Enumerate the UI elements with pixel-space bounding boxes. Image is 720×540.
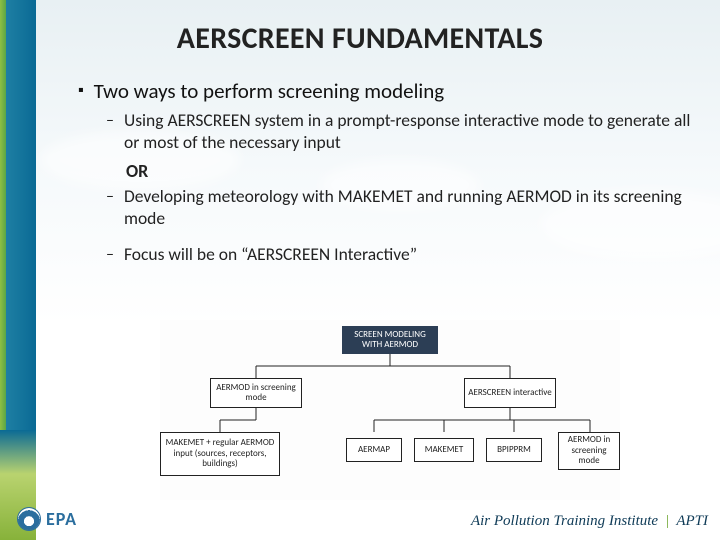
diagram-node-bottom-1: MAKEMET + regular AERMOD input (sources,… <box>160 432 280 476</box>
sidebar-decoration <box>0 0 36 540</box>
slide: AERSCREEN FUNDAMENTALS ▪ Two ways to per… <box>0 0 720 540</box>
bullet-text: Developing meteorology with MAKEMET and … <box>124 186 692 230</box>
epa-flower-icon <box>18 508 40 530</box>
or-separator: OR <box>126 160 692 182</box>
diagram-node-bottom-3: MAKEMET <box>414 438 474 462</box>
diagram-node-top: SCREEN MODELING WITH AERMOD <box>342 326 438 354</box>
bullet-square-icon: ▪ <box>78 78 84 104</box>
epa-logo-text: EPA <box>46 508 77 530</box>
bullet-text: Using AERSCREEN system in a prompt-respo… <box>124 110 692 154</box>
slide-title: AERSCREEN FUNDAMENTALS <box>0 20 720 57</box>
diagram-node-left-mid: AERMOD in screening mode <box>210 378 302 408</box>
epa-logo: EPA <box>18 508 77 530</box>
diagram-node-bottom-2: AERMAP <box>346 438 402 462</box>
dash-icon: – <box>106 244 114 266</box>
bullet-text: Two ways to perform screening modeling <box>94 78 445 104</box>
footer-separator: | <box>666 513 669 529</box>
dash-icon: – <box>106 186 114 230</box>
footer-text: Air Pollution Training Institute | APTI <box>471 513 708 530</box>
dash-icon: – <box>106 110 114 154</box>
diagram-node-right-mid: AERSCREEN interactive <box>464 378 556 408</box>
sub-bullets: – Using AERSCREEN system in a prompt-res… <box>106 110 692 266</box>
diagram-node-bottom-5: AERMOD in screening mode <box>558 432 620 470</box>
bullet-text: Focus will be on “AERSCREEN Interactive” <box>124 244 417 266</box>
bullet-level-1: ▪ Two ways to perform screening modeling <box>78 78 692 104</box>
footer-abbr: APTI <box>676 513 708 529</box>
content-area: ▪ Two ways to perform screening modeling… <box>78 78 692 268</box>
bullet-level-2: – Using AERSCREEN system in a prompt-res… <box>106 110 692 154</box>
footer-org: Air Pollution Training Institute <box>471 513 658 529</box>
flow-diagram: SCREEN MODELING WITH AERMOD AERMOD in sc… <box>160 320 620 500</box>
bullet-level-2: – Focus will be on “AERSCREEN Interactiv… <box>106 244 692 266</box>
diagram-node-bottom-4: BPIPPRM <box>486 438 542 462</box>
bullet-level-2: – Developing meteorology with MAKEMET an… <box>106 186 692 230</box>
